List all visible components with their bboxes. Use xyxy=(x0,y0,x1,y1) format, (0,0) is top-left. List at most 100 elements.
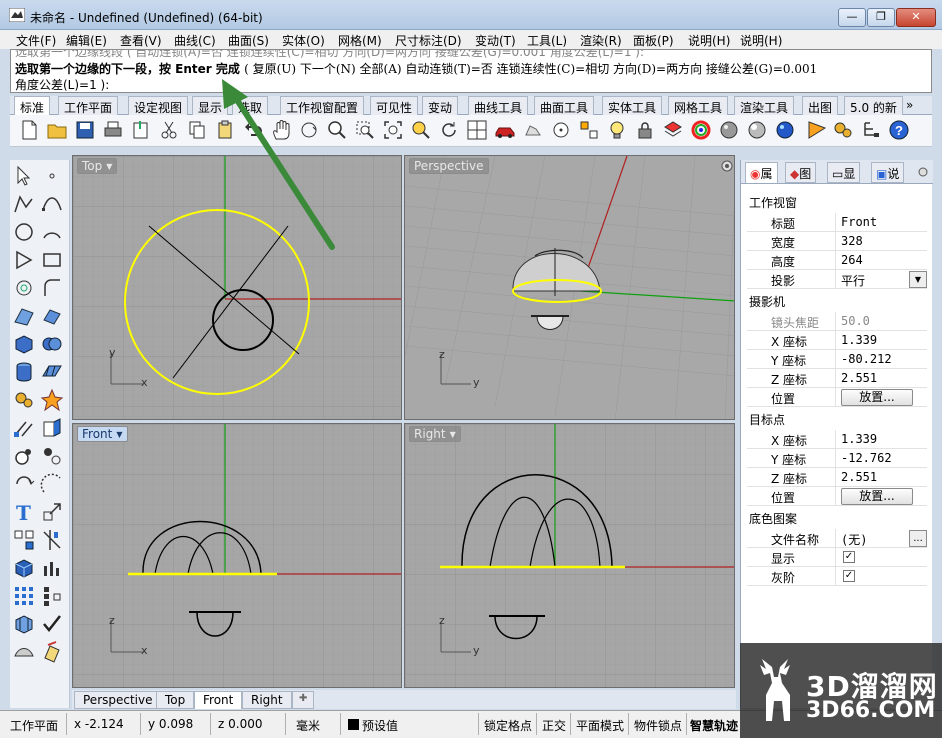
panel-tab-layers[interactable]: ◆图 xyxy=(785,162,817,183)
material-sphere-silver-icon[interactable] xyxy=(746,119,768,141)
array-icon[interactable] xyxy=(12,528,36,552)
analyze-circle-icon[interactable] xyxy=(12,444,36,468)
zoom-window-icon[interactable] xyxy=(354,119,376,141)
array-linear-icon[interactable] xyxy=(40,584,64,608)
zoom-selected-icon[interactable] xyxy=(410,119,432,141)
sweep-surface-icon[interactable] xyxy=(12,640,36,664)
dimension-linear-icon[interactable] xyxy=(12,416,36,440)
tab-transform[interactable]: 变动 xyxy=(422,96,459,115)
menu-tools[interactable]: 工具(L) xyxy=(527,32,567,49)
tab-drafting[interactable]: 出图 xyxy=(802,96,839,115)
viewport-tab-top[interactable]: Top xyxy=(156,691,195,709)
viewport-perspective[interactable]: Perspective y z xyxy=(404,155,735,420)
add-viewport-tab-icon[interactable]: ✚ xyxy=(292,691,315,709)
panel-tab-properties[interactable]: ◉属 xyxy=(745,162,778,183)
maximize-button[interactable]: ❐ xyxy=(867,8,895,27)
explode-icon[interactable] xyxy=(40,388,64,412)
panel-tab-display[interactable]: ▭显 xyxy=(827,162,861,183)
dropdown-arrow-icon[interactable]: ▼ xyxy=(106,160,112,174)
import-icon[interactable] xyxy=(130,119,152,141)
status-grid-snap[interactable]: 锁定格点 xyxy=(484,717,532,734)
menu-analyze[interactable]: 渲染(R) xyxy=(580,32,622,49)
cylinder-icon[interactable] xyxy=(12,360,36,384)
status-units[interactable]: 毫米 xyxy=(296,717,320,734)
prop-row-projection[interactable]: 投影 平行 ▼ xyxy=(747,270,927,289)
menu-dimension[interactable]: 尺寸标注(D) xyxy=(395,32,462,49)
tab-curve-tools[interactable]: 曲线工具 xyxy=(468,96,529,115)
browse-file-button[interactable]: ... xyxy=(909,530,927,547)
tab-visibility[interactable]: 可见性 xyxy=(370,96,419,115)
layer-color-swatch[interactable] xyxy=(348,719,359,730)
viewport-tab-perspective[interactable]: Perspective xyxy=(74,691,162,709)
tab-cplanes[interactable]: 工作平面 xyxy=(58,96,119,115)
command-prompt-options[interactable]: ( 复原(U) 下一个(N) 全部(A) 自动连锁(T)=否 连锁连续性(C)=… xyxy=(244,62,817,76)
viewport-label-top[interactable]: Top ▼ xyxy=(77,158,118,174)
circle-icon[interactable] xyxy=(12,220,36,244)
close-button[interactable]: ✕ xyxy=(896,8,936,27)
prop-row-show[interactable]: 显示 ✓ xyxy=(747,548,927,567)
menu-solid[interactable]: 实体(O) xyxy=(282,32,325,49)
tab-set-view[interactable]: 设定视图 xyxy=(128,96,189,115)
tab-solid-tools[interactable]: 实体工具 xyxy=(602,96,663,115)
check-mark-icon[interactable] xyxy=(40,612,64,636)
arc-icon[interactable] xyxy=(40,220,64,244)
menu-transform[interactable]: 变动(T) xyxy=(475,32,516,49)
prop-row-title[interactable]: 标题 Front xyxy=(747,213,927,232)
rectangle-icon[interactable] xyxy=(40,248,64,272)
projection-dropdown-arrow-icon[interactable]: ▼ xyxy=(909,271,927,288)
selection-filter-icon[interactable] xyxy=(578,119,600,141)
menu-panels[interactable]: 说明(H) xyxy=(688,32,730,49)
color-wheel-icon[interactable] xyxy=(690,119,712,141)
panel-tab-help[interactable]: ▣说 xyxy=(871,162,905,183)
grasshopper-hierarchy-icon[interactable] xyxy=(860,119,882,141)
layer-color-icon[interactable] xyxy=(662,119,684,141)
offset-curve-icon[interactable] xyxy=(12,276,36,300)
tab-standard[interactable]: 标准 xyxy=(14,96,51,115)
four-viewports-icon[interactable] xyxy=(466,119,488,141)
print-icon[interactable] xyxy=(102,119,124,141)
tab-mesh-tools[interactable]: 网格工具 xyxy=(668,96,729,115)
prop-row-camera-z[interactable]: Z 座标 2.551 xyxy=(747,369,927,388)
tab-surface-tools[interactable]: 曲面工具 xyxy=(534,96,595,115)
tabs-more-chevron-icon[interactable]: » xyxy=(905,96,914,115)
dropdown-arrow-icon[interactable]: ▼ xyxy=(116,428,122,442)
grid-array-icon[interactable] xyxy=(12,584,36,608)
status-ortho[interactable]: 正交 xyxy=(542,717,566,734)
minimize-button[interactable]: — xyxy=(838,8,866,27)
point-icon[interactable] xyxy=(40,164,64,188)
viewport-front[interactable]: Front ▼ x z xyxy=(72,423,402,688)
cage-edit-icon[interactable] xyxy=(12,612,36,636)
text-block-icon[interactable] xyxy=(40,416,64,440)
light-bulb-icon[interactable] xyxy=(606,119,628,141)
prop-row-filename[interactable]: 文件名称 (无)... xyxy=(747,529,927,548)
viewport-tab-right[interactable]: Right xyxy=(242,691,292,709)
solid-cube-icon[interactable] xyxy=(12,556,36,580)
menu-render[interactable]: 面板(P) xyxy=(633,32,674,49)
viewport-settings-gear-icon[interactable] xyxy=(720,159,734,173)
scale-arrow-icon[interactable] xyxy=(40,500,64,524)
show-checkbox[interactable]: ✓ xyxy=(843,551,855,563)
surface-corner-icon[interactable] xyxy=(12,304,36,328)
trim-icon[interactable] xyxy=(40,528,64,552)
mesh-plane-icon[interactable] xyxy=(40,360,64,384)
prop-row-height[interactable]: 高度 264 xyxy=(747,251,927,270)
select-arrow-icon[interactable] xyxy=(12,164,36,188)
prop-row-target-z[interactable]: Z 座标 2.551 xyxy=(747,468,927,487)
box-solid-icon[interactable] xyxy=(12,332,36,356)
bars-chart-icon[interactable] xyxy=(40,556,64,580)
curve-cv-icon[interactable] xyxy=(40,192,64,216)
dropdown-arrow-icon[interactable]: ▼ xyxy=(450,428,456,442)
prop-row-width[interactable]: 宽度 328 xyxy=(747,232,927,251)
options-gears-icon[interactable] xyxy=(832,119,854,141)
command-input[interactable]: 角度公差(L)=1 ): xyxy=(15,76,109,92)
car-render-icon[interactable] xyxy=(494,119,516,141)
viewport-perspective-canvas[interactable] xyxy=(405,156,735,420)
polygon-icon[interactable] xyxy=(12,248,36,272)
ghosted-view-icon[interactable] xyxy=(522,119,544,141)
lock-icon[interactable] xyxy=(634,119,656,141)
viewport-tab-front[interactable]: Front xyxy=(194,691,243,709)
group-objects-icon[interactable] xyxy=(40,444,64,468)
menu-help[interactable]: 说明(H) xyxy=(740,32,782,49)
point-snap-icon[interactable] xyxy=(550,119,572,141)
text-object-icon[interactable]: T xyxy=(12,500,36,524)
